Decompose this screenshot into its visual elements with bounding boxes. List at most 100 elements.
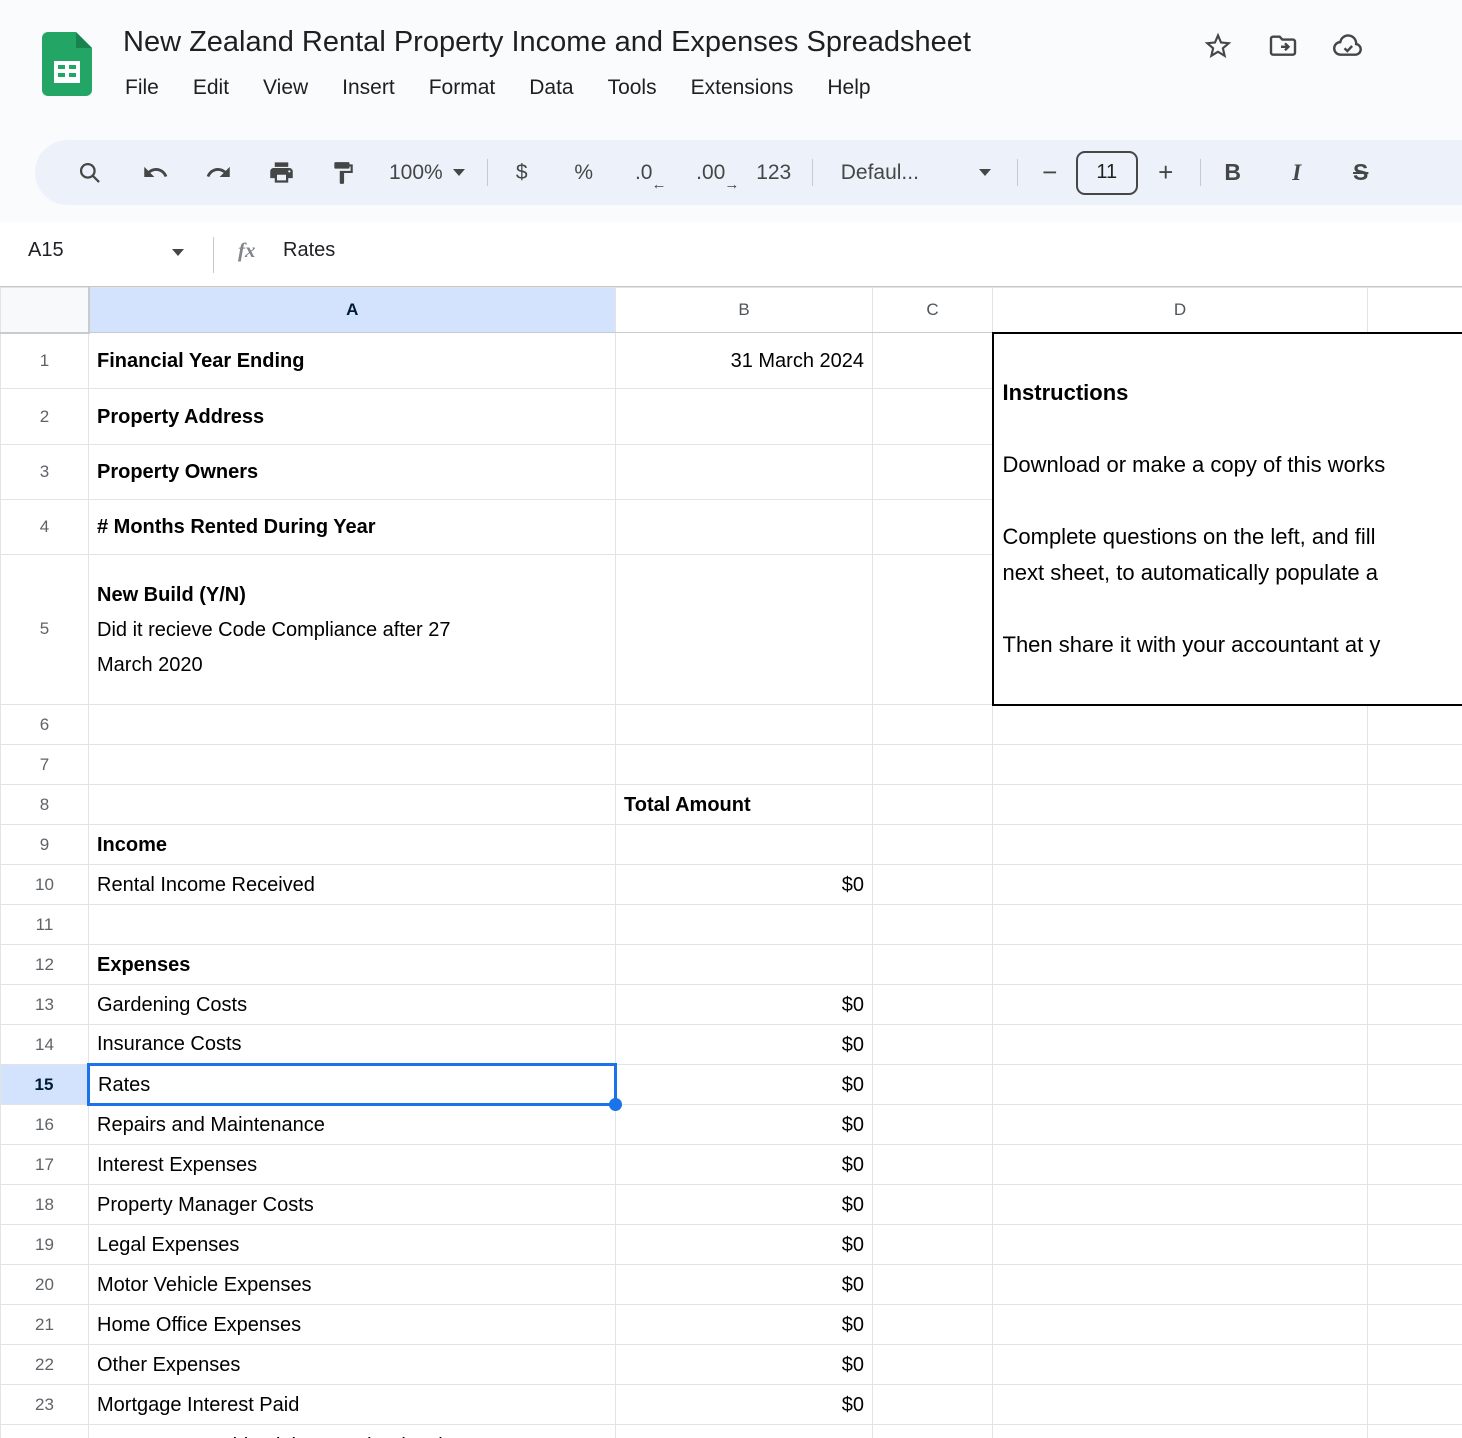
- menu-extensions[interactable]: Extensions: [691, 76, 794, 100]
- cell-D15[interactable]: [993, 1065, 1368, 1105]
- cell-E23[interactable]: [1368, 1385, 1462, 1425]
- cell-B12[interactable]: [616, 945, 873, 985]
- cell-A14[interactable]: Insurance Costs: [89, 1025, 616, 1065]
- paint-format-icon[interactable]: [319, 149, 367, 197]
- format-percent-button[interactable]: %: [564, 149, 604, 197]
- cell-B7[interactable]: [616, 745, 873, 785]
- cell-B19[interactable]: $0: [616, 1225, 873, 1265]
- row-header-12[interactable]: 12: [1, 945, 89, 985]
- sheets-logo-icon[interactable]: [42, 32, 92, 96]
- col-header-B[interactable]: B: [616, 288, 873, 333]
- cell-C16[interactable]: [873, 1105, 993, 1145]
- cell-D12[interactable]: [993, 945, 1368, 985]
- cell-C23[interactable]: [873, 1385, 993, 1425]
- cell-B13[interactable]: $0: [616, 985, 873, 1025]
- row-header-13[interactable]: 13: [1, 985, 89, 1025]
- search-icon[interactable]: [65, 149, 113, 197]
- cell-D21[interactable]: [993, 1305, 1368, 1345]
- cell-E21[interactable]: [1368, 1305, 1462, 1345]
- cell-C24[interactable]: [873, 1425, 993, 1438]
- move-to-folder-icon[interactable]: [1267, 30, 1299, 62]
- cell-A9[interactable]: Income: [89, 825, 616, 865]
- row-header-15[interactable]: 15: [1, 1065, 89, 1105]
- cell-D20[interactable]: [993, 1265, 1368, 1305]
- cell-C17[interactable]: [873, 1145, 993, 1185]
- more-formats-button[interactable]: 123: [750, 149, 798, 197]
- bold-button[interactable]: B: [1213, 149, 1253, 197]
- cell-E12[interactable]: [1368, 945, 1462, 985]
- cell-A8[interactable]: [89, 785, 616, 825]
- cell-D13[interactable]: [993, 985, 1368, 1025]
- increase-decimal-button[interactable]: .00→: [686, 149, 736, 197]
- name-box[interactable]: A15: [28, 239, 64, 262]
- cell-B1[interactable]: 31 March 2024: [616, 333, 873, 389]
- select-all-corner[interactable]: [1, 288, 89, 333]
- decrease-font-size-button[interactable]: −: [1032, 149, 1068, 197]
- font-size-input[interactable]: 11: [1076, 151, 1138, 195]
- cell-A16[interactable]: Repairs and Maintenance: [89, 1105, 616, 1145]
- star-icon[interactable]: [1202, 30, 1234, 62]
- cell-C5[interactable]: [873, 554, 993, 704]
- cell-A24[interactable]: Interest on Residential Properties (Excl…: [89, 1425, 616, 1438]
- cell-B16[interactable]: $0: [616, 1105, 873, 1145]
- cell-E9[interactable]: [1368, 825, 1462, 865]
- document-title[interactable]: New Zealand Rental Property Income and E…: [123, 26, 971, 59]
- cell-A5[interactable]: New Build (Y/N)Did it recieve Code Compl…: [89, 554, 616, 704]
- row-header-17[interactable]: 17: [1, 1145, 89, 1185]
- cell-A19[interactable]: Legal Expenses: [89, 1225, 616, 1265]
- cell-C11[interactable]: [873, 905, 993, 945]
- cell-A7[interactable]: [89, 745, 616, 785]
- cell-E19[interactable]: [1368, 1225, 1462, 1265]
- row-header-3[interactable]: 3: [1, 444, 89, 499]
- cell-A13[interactable]: Gardening Costs: [89, 985, 616, 1025]
- cell-C22[interactable]: [873, 1345, 993, 1385]
- row-header-23[interactable]: 23: [1, 1385, 89, 1425]
- cell-B15[interactable]: $0: [616, 1065, 873, 1105]
- cell-A20[interactable]: Motor Vehicle Expenses: [89, 1265, 616, 1305]
- menu-help[interactable]: Help: [827, 76, 870, 100]
- italic-button[interactable]: I: [1277, 149, 1317, 197]
- cell-D24[interactable]: [993, 1425, 1368, 1438]
- cell-E7[interactable]: [1368, 745, 1462, 785]
- cell-B6[interactable]: [616, 705, 873, 745]
- cell-D6[interactable]: [993, 705, 1368, 745]
- row-header-5[interactable]: 5: [1, 554, 89, 704]
- cell-C13[interactable]: [873, 985, 993, 1025]
- cell-D1-instructions[interactable]: Instructions Download or make a copy of …: [993, 333, 1462, 705]
- cell-E10[interactable]: [1368, 865, 1462, 905]
- cell-E6[interactable]: [1368, 705, 1462, 745]
- undo-icon[interactable]: [131, 149, 179, 197]
- cell-A21[interactable]: Home Office Expenses: [89, 1305, 616, 1345]
- cell-B3[interactable]: [616, 444, 873, 499]
- cell-D8[interactable]: [993, 785, 1368, 825]
- cell-C10[interactable]: [873, 865, 993, 905]
- cell-A15-selected[interactable]: Rates: [89, 1065, 616, 1105]
- cell-E20[interactable]: [1368, 1265, 1462, 1305]
- cell-D14[interactable]: [993, 1025, 1368, 1065]
- cell-E24[interactable]: [1368, 1425, 1462, 1438]
- cell-C15[interactable]: [873, 1065, 993, 1105]
- cell-D10[interactable]: [993, 865, 1368, 905]
- row-header-24[interactable]: 24: [1, 1425, 89, 1438]
- cell-A3[interactable]: Property Owners: [89, 444, 616, 499]
- cell-C12[interactable]: [873, 945, 993, 985]
- cell-D16[interactable]: [993, 1105, 1368, 1145]
- cell-E18[interactable]: [1368, 1185, 1462, 1225]
- chevron-down-icon[interactable]: [172, 249, 184, 256]
- cell-C19[interactable]: [873, 1225, 993, 1265]
- cell-C4[interactable]: [873, 499, 993, 554]
- zoom-selector[interactable]: 100%: [389, 149, 465, 197]
- cell-C14[interactable]: [873, 1025, 993, 1065]
- cell-A6[interactable]: [89, 705, 616, 745]
- col-header-A[interactable]: A: [89, 288, 616, 333]
- cell-C9[interactable]: [873, 825, 993, 865]
- cell-C8[interactable]: [873, 785, 993, 825]
- cell-B11[interactable]: [616, 905, 873, 945]
- format-currency-button[interactable]: $: [502, 149, 542, 197]
- cell-A2[interactable]: Property Address: [89, 389, 616, 444]
- cell-C2[interactable]: [873, 389, 993, 444]
- row-header-22[interactable]: 22: [1, 1345, 89, 1385]
- menu-edit[interactable]: Edit: [193, 76, 229, 100]
- row-header-4[interactable]: 4: [1, 499, 89, 554]
- row-header-18[interactable]: 18: [1, 1185, 89, 1225]
